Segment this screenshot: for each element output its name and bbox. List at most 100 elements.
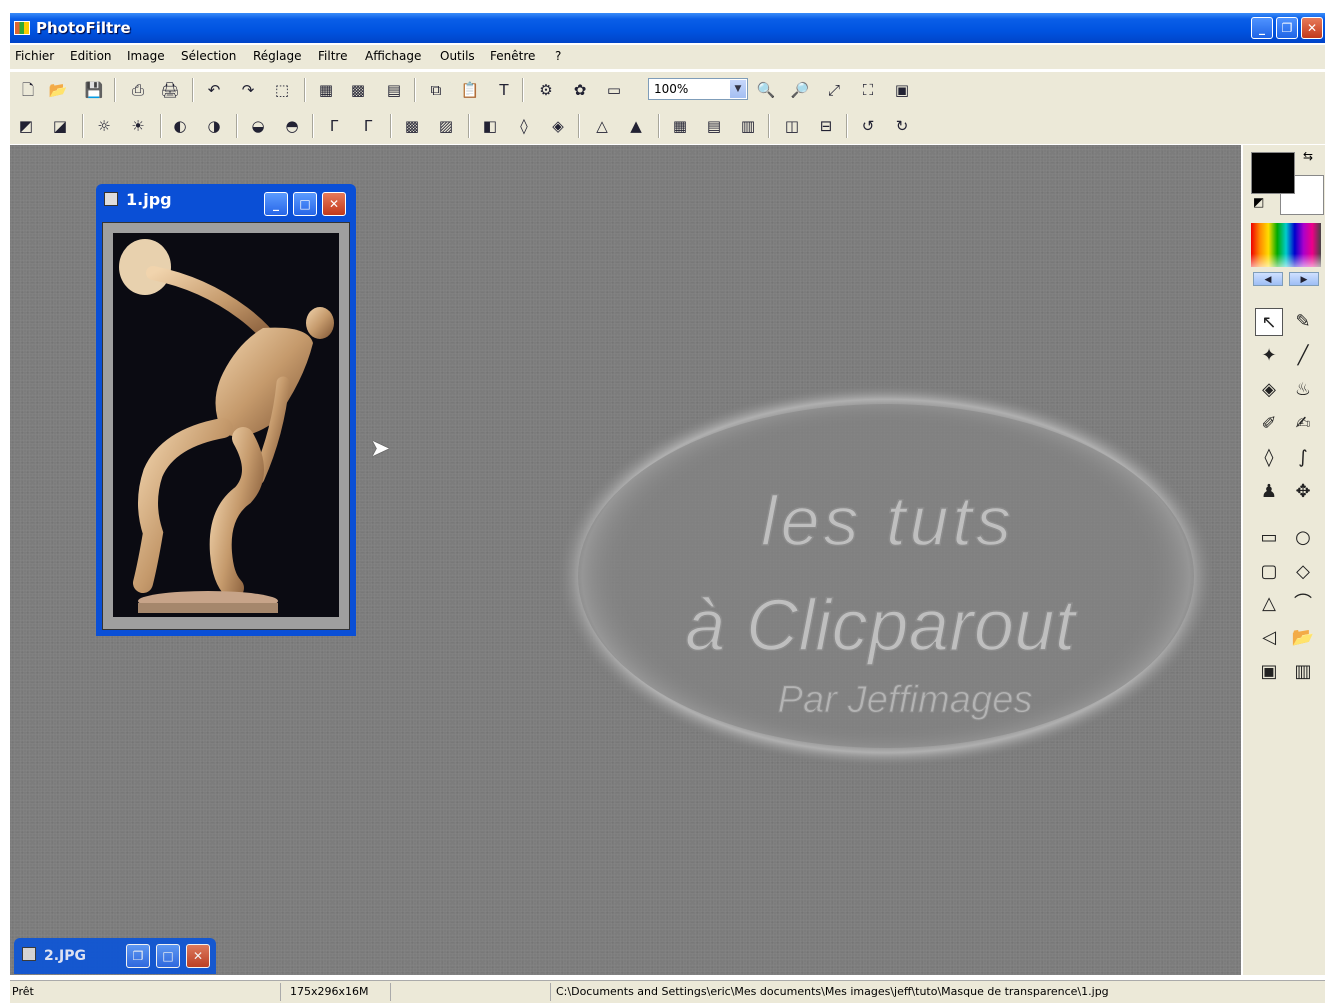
magic-wand-tool[interactable]: ✦ <box>1255 342 1283 370</box>
soften-icon[interactable]: ◈ <box>548 116 568 136</box>
select-all-icon[interactable]: ⬚ <box>272 80 292 100</box>
color-palette-grid[interactable] <box>1251 223 1321 267</box>
effect-3-icon[interactable]: ▥ <box>738 116 758 136</box>
image-size-icon[interactable]: ▦ <box>316 80 336 100</box>
move-tool[interactable]: ✥ <box>1289 478 1317 506</box>
menu-filtre[interactable]: Filtre <box>318 49 347 63</box>
line-tool[interactable]: ╱ <box>1289 342 1317 370</box>
menu-fenetre[interactable]: Fenêtre <box>490 49 535 63</box>
rounded-rectangle-tool[interactable]: ▢ <box>1255 558 1283 586</box>
advanced-brush-tool[interactable]: ✍ <box>1289 410 1317 438</box>
paste-icon[interactable]: 📋 <box>460 80 480 100</box>
automation-icon[interactable]: ✿ <box>570 80 590 100</box>
gamma-minus-icon[interactable]: Γ <box>324 116 344 136</box>
redo-icon[interactable]: ↷ <box>238 80 258 100</box>
zoom-select[interactable]: 100% ▼ <box>648 78 748 100</box>
text-icon[interactable]: T <box>494 80 514 100</box>
document-window-1[interactable]: 1.jpg _ □ ✕ <box>96 184 356 636</box>
palette-prev-button[interactable]: ◀ <box>1253 272 1283 286</box>
lasso-tool[interactable]: ⌒ <box>1289 590 1317 618</box>
doc-close-button[interactable]: ✕ <box>322 192 346 216</box>
contrast-plus-icon[interactable]: ◑ <box>204 116 224 136</box>
rectangle-tool[interactable]: ▭ <box>1255 524 1283 552</box>
document-canvas[interactable] <box>102 222 350 630</box>
menu-edition[interactable]: Edition <box>70 49 112 63</box>
doc-minimize-button[interactable]: _ <box>264 192 288 216</box>
eyedropper-tool[interactable]: ✎ <box>1289 308 1317 336</box>
copy-icon[interactable]: ⧉ <box>426 80 446 100</box>
doc2-close-button[interactable]: ✕ <box>186 944 210 968</box>
colors-icon[interactable]: ▩ <box>348 80 368 100</box>
gamma-plus-icon[interactable]: Γ <box>358 116 378 136</box>
new-file-icon[interactable]: 🗋 <box>18 80 38 100</box>
fill-tool[interactable]: ◈ <box>1255 376 1283 404</box>
restore-button[interactable]: ❐ <box>1276 17 1298 39</box>
flip-horizontal-icon[interactable]: ◫ <box>782 116 802 136</box>
rhombus-tool[interactable]: ◇ <box>1289 558 1317 586</box>
close-button[interactable]: ✕ <box>1301 17 1323 39</box>
effect-2-icon[interactable]: ▤ <box>704 116 724 136</box>
chevron-down-icon[interactable]: ▼ <box>730 80 746 98</box>
polygon-lasso-tool[interactable]: ◁ <box>1255 624 1283 652</box>
save-icon[interactable]: 💾 <box>84 80 104 100</box>
saturation-plus-icon[interactable]: ◓ <box>282 116 302 136</box>
document-window-2-minimized[interactable]: 2.JPG ❐ □ ✕ <box>14 938 216 974</box>
brightness-plus-icon[interactable]: ☀ <box>128 116 148 136</box>
sharpen-more-icon[interactable]: ▲ <box>626 116 646 136</box>
contrast-minus-icon[interactable]: ◐ <box>170 116 190 136</box>
smudge-tool[interactable]: ∫ <box>1289 444 1317 472</box>
menu-outils[interactable]: Outils <box>440 49 475 63</box>
menu-fichier[interactable]: Fichier <box>15 49 54 63</box>
print-icon[interactable]: ⎙ <box>128 80 148 100</box>
sharpen-icon[interactable]: △ <box>592 116 612 136</box>
rotate-right-icon[interactable]: ↻ <box>892 116 912 136</box>
selection-mode-tool[interactable]: ▣ <box>1255 658 1283 686</box>
menu-affichage[interactable]: Affichage <box>365 49 421 63</box>
foreground-color-swatch[interactable] <box>1251 152 1295 194</box>
flip-vertical-icon[interactable]: ⊟ <box>816 116 836 136</box>
ellipse-tool[interactable]: ○ <box>1289 524 1317 552</box>
doc-maximize-button[interactable]: □ <box>293 192 317 216</box>
saturation-minus-icon[interactable]: ◒ <box>248 116 268 136</box>
rotate-left-icon[interactable]: ↺ <box>858 116 878 136</box>
title-bar[interactable]: PhotoFiltre _ ❐ ✕ <box>10 13 1325 43</box>
properties-icon[interactable]: ▤ <box>384 80 404 100</box>
brush-tool[interactable]: ✐ <box>1255 410 1283 438</box>
pointer-tool[interactable]: ↖ <box>1255 308 1283 336</box>
zoom-out-icon[interactable]: 🔎 <box>790 80 810 100</box>
menu-selection[interactable]: Sélection <box>181 49 236 63</box>
swap-colors-icon[interactable]: ⇆ <box>1303 149 1313 163</box>
fit-window-icon[interactable]: ⤢ <box>824 80 844 100</box>
undo-icon[interactable]: ↶ <box>204 80 224 100</box>
plugin-icon[interactable]: ⚙ <box>536 80 556 100</box>
load-shape-tool[interactable]: 📂 <box>1289 624 1317 652</box>
zoom-in-icon[interactable]: 🔍 <box>756 80 776 100</box>
slideshow-icon[interactable]: ▣ <box>892 80 912 100</box>
sepia-icon[interactable]: ▨ <box>436 116 456 136</box>
invert-icon[interactable]: ◧ <box>480 116 500 136</box>
open-file-icon[interactable]: 📂 <box>48 80 68 100</box>
menu-reglage[interactable]: Réglage <box>253 49 302 63</box>
menu-help[interactable]: ? <box>555 49 561 63</box>
doc2-maximize-button[interactable]: □ <box>156 944 180 968</box>
auto-contrast-icon[interactable]: ◪ <box>50 116 70 136</box>
invert-mode-tool[interactable]: ▥ <box>1289 658 1317 686</box>
document-title-bar[interactable]: 1.jpg <box>104 190 172 209</box>
doc2-restore-button[interactable]: ❐ <box>126 944 150 968</box>
minimize-button[interactable]: _ <box>1251 17 1273 39</box>
clone-stamp-tool[interactable]: ♟ <box>1255 478 1283 506</box>
brightness-minus-icon[interactable]: ☼ <box>94 116 114 136</box>
grayscale-icon[interactable]: ▩ <box>402 116 422 136</box>
blur-icon[interactable]: ◊ <box>514 116 534 136</box>
discobolus-photo[interactable] <box>113 233 339 617</box>
spray-tool[interactable]: ♨ <box>1289 376 1317 404</box>
actual-size-icon[interactable]: ⛶ <box>858 80 878 100</box>
reset-colors-icon[interactable]: ◩ <box>1253 195 1264 209</box>
auto-levels-icon[interactable]: ◩ <box>16 116 36 136</box>
triangle-tool[interactable]: △ <box>1255 590 1283 618</box>
blur-tool[interactable]: ◊ <box>1255 444 1283 472</box>
scanner-icon[interactable]: 🖨 <box>160 80 180 100</box>
menu-image[interactable]: Image <box>127 49 165 63</box>
effect-1-icon[interactable]: ▦ <box>670 116 690 136</box>
palette-next-button[interactable]: ▶ <box>1289 272 1319 286</box>
